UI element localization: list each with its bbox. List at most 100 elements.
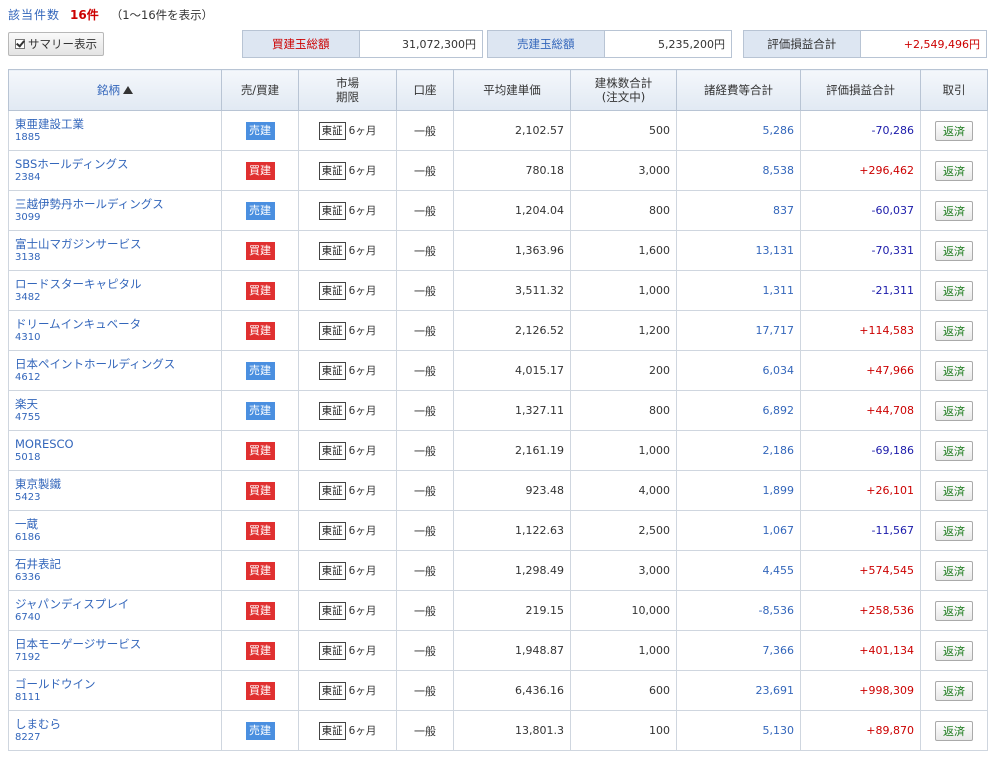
market-badge: 東証 [318,721,346,740]
repay-button[interactable]: 返済 [935,640,973,661]
checkbox-checked-icon[interactable] [15,39,25,49]
stock-code: 2384 [15,172,41,183]
repay-button[interactable]: 返済 [935,280,973,301]
avg-price-cell: 1,298.49 [453,550,571,591]
avg-price-cell: 219.15 [453,590,571,631]
trade-cell: 返済 [920,550,988,591]
market-badge: 東証 [318,321,346,340]
avg-price-cell: 13,801.3 [453,710,571,751]
repay-button[interactable]: 返済 [935,520,973,541]
pl-cell: +26,101 [800,470,921,511]
side-badge: 買建 [245,281,275,300]
positions-table: 銘柄 売/買建 市場 期限 口座 平均建単価 建株数合計 (注文中) 諸経費等合計 … [8,69,988,751]
qty-cell: 3,000 [570,150,677,191]
account-cell: 一般 [396,110,454,151]
repay-button[interactable]: 返済 [935,360,973,381]
repay-button[interactable]: 返済 [935,160,973,181]
stock-name-link[interactable]: 富士山マガジンサービス [15,237,215,251]
repay-button[interactable]: 返済 [935,240,973,261]
stock-name-link[interactable]: MORESCO [15,437,215,451]
repay-button[interactable]: 返済 [935,120,973,141]
stock-code: 3138 [15,252,41,263]
trade-cell: 返済 [920,270,988,311]
account-cell: 一般 [396,670,454,711]
pl-cell: -70,286 [800,110,921,151]
table-row: 東京製鐵 5423 買建 東証 6ヶ月 一般 923.48 4,000 1,899 +26,101… [8,470,988,511]
stock-name-link[interactable]: 楽天 [15,397,215,411]
repay-button[interactable]: 返済 [935,560,973,581]
side-cell: 買建 [221,630,299,671]
avg-price-cell: 3,511.32 [453,270,571,311]
market-badge: 東証 [318,121,346,140]
stock-cell: 一蔵 6186 [8,510,222,551]
stock-code: 8227 [15,732,41,743]
stock-name-link[interactable]: 一蔵 [15,517,215,531]
stock-cell: 富士山マガジンサービス 3138 [8,230,222,271]
side-cell: 買建 [221,270,299,311]
repay-button[interactable]: 返済 [935,200,973,221]
table-row: MORESCO 5018 買建 東証 6ヶ月 一般 2,161.19 1,000 2,186 -6… [8,430,988,471]
stock-code: 3099 [15,212,41,223]
stock-name-link[interactable]: 日本モーゲージサービス [15,637,215,651]
side-cell: 売建 [221,350,299,391]
stock-name-link[interactable]: 東亜建設工業 [15,117,215,131]
repay-button[interactable]: 返済 [935,680,973,701]
stock-name-link[interactable]: ジャパンディスプレイ [15,597,215,611]
summary-toggle-button[interactable]: サマリー表示 [8,32,104,56]
table-row: 楽天 4755 売建 東証 6ヶ月 一般 1,327.11 800 6,892 +44,708 返済 [8,390,988,431]
market-cell: 東証 6ヶ月 [298,550,397,591]
result-count: 該当件数 16件 （1～16件を表示） [8,6,213,24]
stock-cell: 日本ペイントホールディングス 4612 [8,350,222,391]
market-badge: 東証 [318,201,346,220]
market-cell: 東証 6ヶ月 [298,390,397,431]
market-cell: 東証 6ヶ月 [298,270,397,311]
stock-name-link[interactable]: ロードスターキャピタル [15,277,215,291]
repay-button[interactable]: 返済 [935,720,973,741]
stock-name-link[interactable]: ドリームインキュベータ [15,317,215,331]
market-cell: 東証 6ヶ月 [298,150,397,191]
trade-cell: 返済 [920,590,988,631]
pl-total-label: 評価損益合計 [744,31,860,57]
table-row: ジャパンディスプレイ 6740 買建 東証 6ヶ月 一般 219.15 10,000 -8,53… [8,590,988,631]
term-label: 6ヶ月 [348,324,377,337]
stock-code: 5018 [15,452,41,463]
stock-name-link[interactable]: 東京製鐵 [15,477,215,491]
stock-cell: 日本モーゲージサービス 7192 [8,630,222,671]
side-cell: 買建 [221,430,299,471]
repay-button[interactable]: 返済 [935,480,973,501]
stock-code: 4310 [15,332,41,343]
expenses-cell: 5,286 [676,110,801,151]
sell-total-label: 売建玉総額 [488,31,604,57]
pl-cell: -11,567 [800,510,921,551]
stock-name-link[interactable]: ゴールドウイン [15,677,215,691]
trade-cell: 返済 [920,670,988,711]
column-header-side: 売/買建 [221,69,299,111]
repay-button[interactable]: 返済 [935,600,973,621]
market-badge: 東証 [318,641,346,660]
column-header-name[interactable]: 銘柄 [8,69,222,111]
table-row: SBSホールディングス 2384 買建 東証 6ヶ月 一般 780.18 3,000 8,538… [8,150,988,191]
account-cell: 一般 [396,550,454,591]
avg-price-cell: 2,102.57 [453,110,571,151]
stock-cell: 楽天 4755 [8,390,222,431]
side-cell: 買建 [221,550,299,591]
stock-name-link[interactable]: 日本ペイントホールディングス [15,357,215,371]
stock-name-link[interactable]: 三越伊勢丹ホールディングス [15,197,215,211]
stock-name-link[interactable]: 石井表記 [15,557,215,571]
repay-button[interactable]: 返済 [935,320,973,341]
pl-cell: +114,583 [800,310,921,351]
repay-button[interactable]: 返済 [935,400,973,421]
term-label: 6ヶ月 [348,604,377,617]
repay-button[interactable]: 返済 [935,440,973,461]
account-cell: 一般 [396,470,454,511]
term-label: 6ヶ月 [348,404,377,417]
stock-cell: ジャパンディスプレイ 6740 [8,590,222,631]
market-badge: 東証 [318,481,346,500]
stock-name-link[interactable]: SBSホールディングス [15,157,215,171]
column-header-trade: 取引 [920,69,988,111]
pl-cell: -21,311 [800,270,921,311]
side-cell: 売建 [221,710,299,751]
avg-price-cell: 1,204.04 [453,190,571,231]
stock-name-link[interactable]: しまむら [15,717,215,731]
qty-cell: 1,600 [570,230,677,271]
